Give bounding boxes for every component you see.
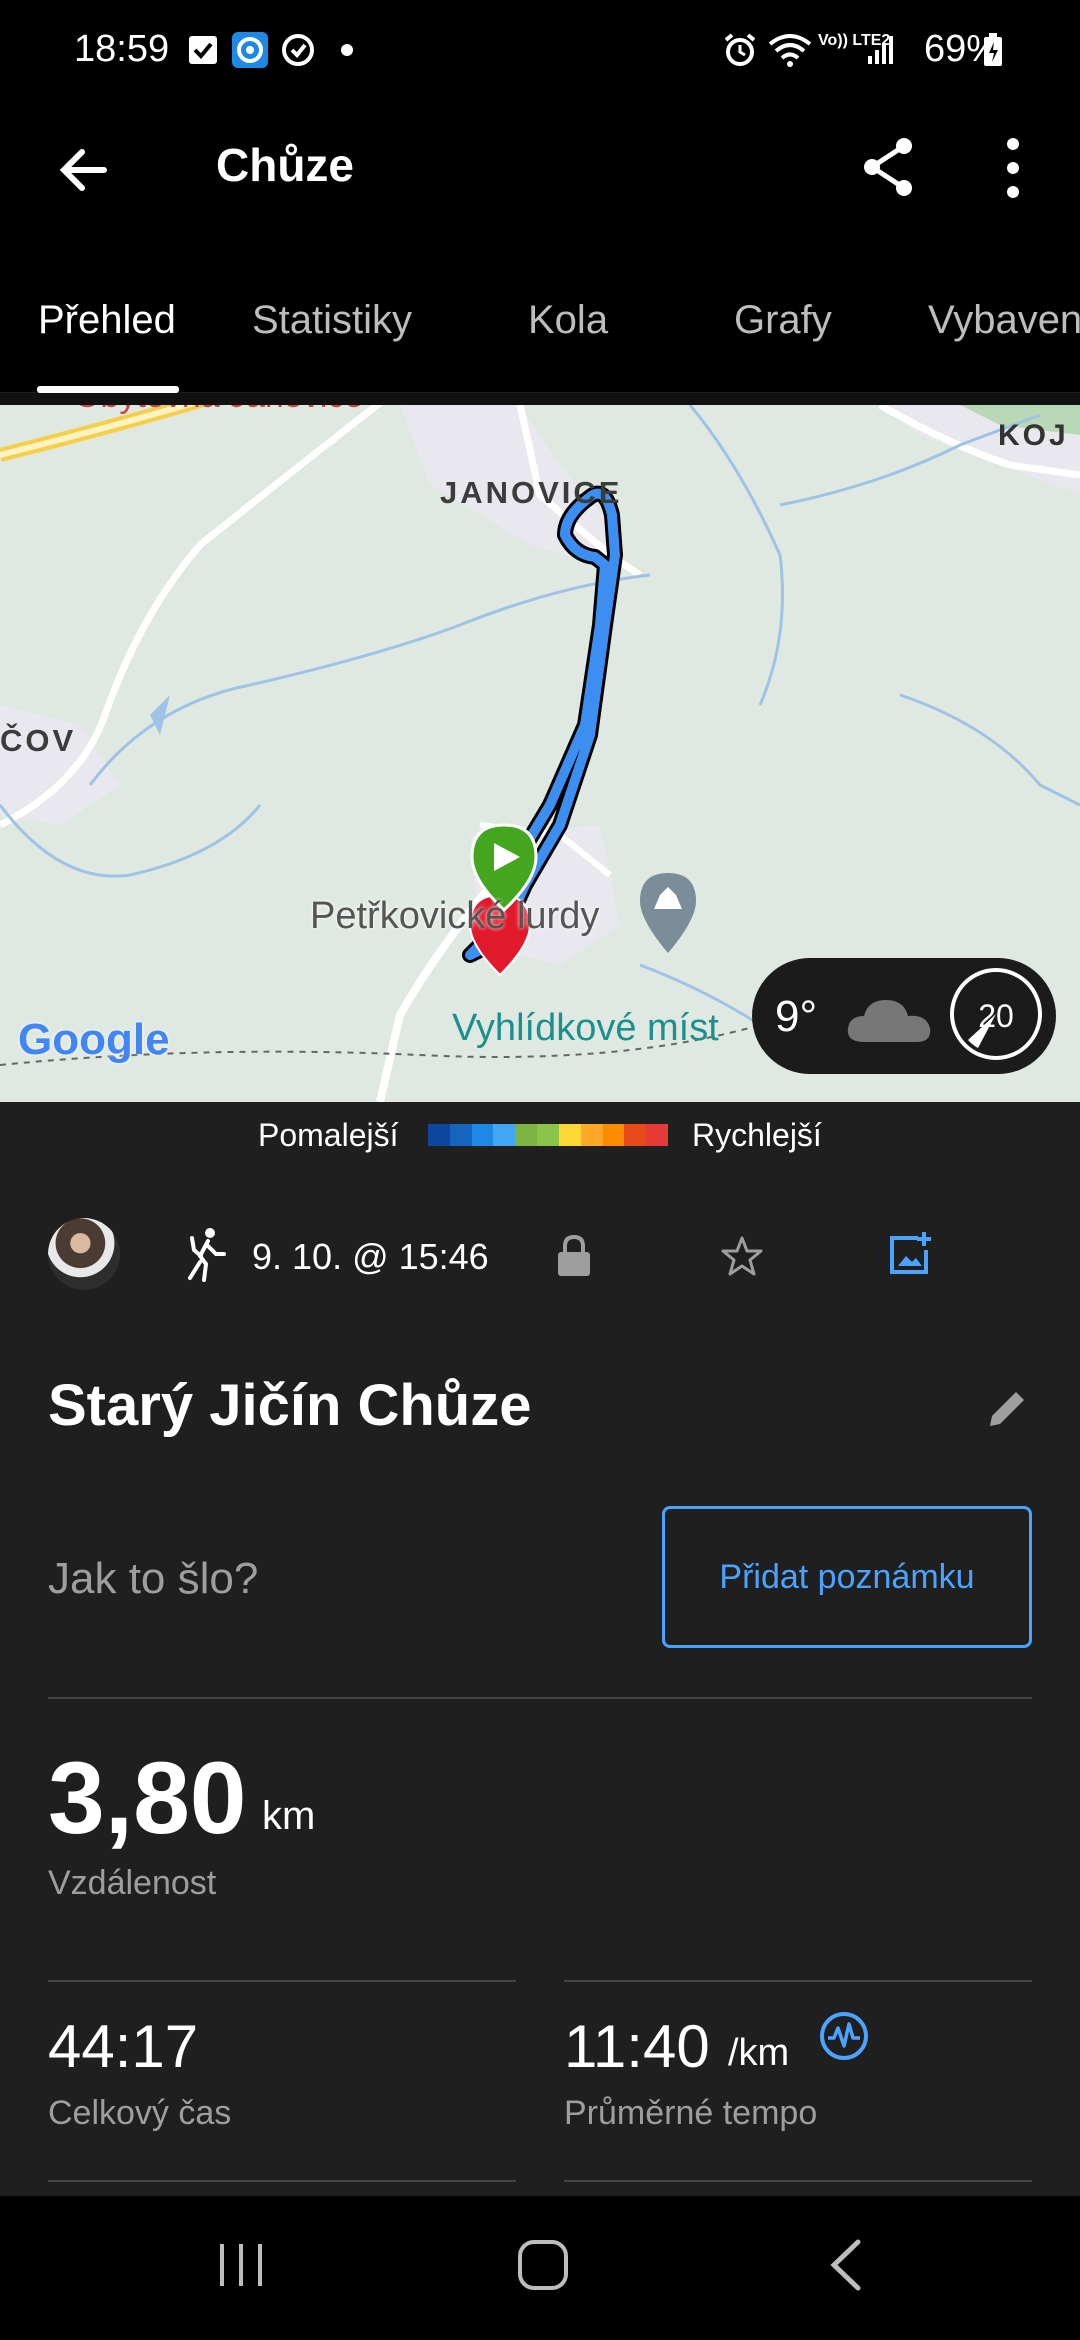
avg-pace-unit: /km [728, 2032, 790, 2074]
share-icon[interactable] [858, 134, 918, 200]
star-icon[interactable] [720, 1234, 764, 1283]
avg-pace-value: 11:40 [564, 2013, 710, 2080]
pace-chart-icon[interactable] [818, 2010, 870, 2067]
map-label-cov: ČOV [0, 723, 77, 758]
legend-color-swatch [580, 1124, 603, 1146]
tab-prehled[interactable]: Přehled [38, 298, 176, 343]
legend-color-swatch [646, 1124, 668, 1146]
legend-color-swatch [602, 1124, 625, 1146]
legend-color-swatch [515, 1124, 538, 1146]
app-icon [230, 30, 270, 70]
status-time: 18:59 [74, 28, 170, 70]
tab-statistiky[interactable]: Statistiky [252, 298, 412, 343]
check-icon [188, 30, 218, 70]
home-icon[interactable] [516, 2238, 570, 2297]
map-label-vyhlidkove-misto: Vyhlídkové míst [452, 1007, 719, 1049]
divider [564, 1980, 1032, 1982]
cloud-icon [842, 990, 938, 1051]
legend-color-swatch [558, 1124, 581, 1146]
sync-icon [280, 30, 316, 70]
add-photo-icon[interactable] [888, 1230, 932, 1281]
activity-title: Starý Jičín Chůze [48, 1373, 532, 1438]
feeling-prompt[interactable]: Jak to šlo? [48, 1554, 258, 1604]
add-note-button[interactable]: Přidat poznámku [662, 1506, 1032, 1648]
avg-pace-label: Průměrné tempo [564, 2094, 818, 2132]
avatar[interactable] [48, 1218, 120, 1290]
legend-faster-label: Rychlejší [692, 1117, 822, 1153]
wifi-icon [768, 30, 812, 70]
back-arrow-icon[interactable] [54, 140, 114, 200]
signal-icon [866, 30, 896, 70]
edit-icon[interactable] [986, 1386, 1030, 1435]
legend-color-swatch [471, 1124, 494, 1146]
activity-date: 9. 10. @ 15:46 [252, 1236, 489, 1277]
legend-color-bar [428, 1124, 668, 1146]
distance-unit: km [262, 1794, 316, 1838]
distance-value: 3,80 [48, 1741, 247, 1855]
active-tab-indicator [37, 386, 179, 393]
weather-temperature: 9° [775, 992, 818, 1041]
tab-kola[interactable]: Kola [528, 298, 608, 343]
legend-color-swatch [449, 1124, 472, 1146]
alarm-icon [722, 30, 758, 70]
map-label-janovice: JANOVICE [440, 475, 623, 510]
legend-color-swatch [624, 1124, 647, 1146]
page-title: Chůze [216, 139, 354, 191]
legend-slower-label: Pomalejší [258, 1117, 399, 1153]
dot-icon [340, 30, 354, 70]
divider [48, 1980, 516, 1982]
legend-color-swatch [537, 1124, 559, 1146]
walk-icon [184, 1226, 228, 1287]
divider [564, 2180, 1032, 2182]
map-label-obytovna: Obytovna Janovice [74, 405, 363, 416]
back-icon[interactable] [826, 2238, 866, 2297]
tab-grafy[interactable]: Grafy [734, 298, 832, 343]
distance-label: Vzdálenost [48, 1864, 217, 1902]
more-vert-icon[interactable] [998, 136, 1028, 200]
map-label-kojetin: KOJ [998, 419, 1069, 452]
wind-speed: 20 [978, 998, 1014, 1034]
app-bar [0, 110, 1080, 250]
map-label-petrkovicke-lurdy: Petřkovické lurdy [310, 895, 600, 937]
lock-icon[interactable] [556, 1234, 592, 1283]
legend-color-swatch [428, 1124, 450, 1146]
divider [48, 2180, 516, 2182]
google-logo: Google [18, 1015, 170, 1064]
legend-color-swatch [493, 1124, 516, 1146]
tab-separator [0, 393, 1080, 405]
total-time-label: Celkový čas [48, 2094, 232, 2132]
divider [48, 1697, 1032, 1699]
recents-icon[interactable] [216, 2240, 266, 2295]
battery-icon [982, 30, 1004, 70]
total-time-value: 44:17 [48, 2013, 199, 2080]
tab-vybaveni[interactable]: Vybaven [928, 298, 1080, 343]
